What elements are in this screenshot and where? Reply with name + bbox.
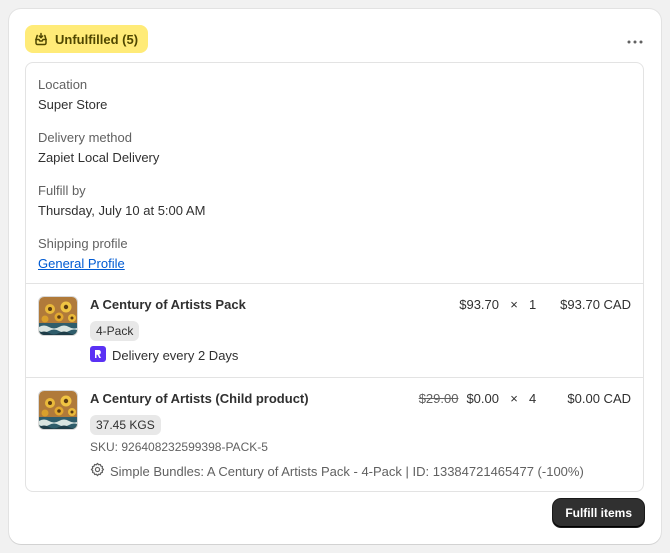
fulfill-by-block: Fulfill by Thursday, July 10 at 5:00 AM	[38, 181, 631, 221]
line-total: $0.00 CAD	[567, 391, 631, 406]
gear-icon	[90, 462, 105, 480]
line-total: $93.70 CAD	[560, 297, 631, 312]
fulfill-by-value: Thursday, July 10 at 5:00 AM	[38, 203, 206, 218]
location-block: Location Super Store	[38, 75, 631, 115]
delivery-method-block: Delivery method Zapiet Local Delivery	[38, 128, 631, 168]
original-price: $29.00	[418, 391, 459, 406]
subscription-text: Delivery every 2 Days	[112, 348, 239, 363]
unfulfilled-card: Unfulfilled (5) Location Super Store Del…	[9, 9, 661, 544]
quantity: 1	[529, 297, 537, 312]
delivery-method-value: Zapiet Local Delivery	[38, 150, 160, 165]
unit-price: $93.70	[459, 297, 499, 312]
fulfillment-details: Location Super Store Delivery method Zap…	[25, 62, 644, 492]
sku-text: SKU: 926408232599398-PACK-5	[90, 440, 268, 454]
bundle-text: Simple Bundles: A Century of Artists Pac…	[110, 463, 584, 479]
fulfillment-info: Location Super Store Delivery method Zap…	[26, 63, 643, 284]
status-badge: Unfulfilled (5)	[25, 25, 149, 53]
line-item: A Century of Artists Pack 4-Pack Deliver…	[26, 284, 643, 378]
variant-badge: 37.45 KGS	[90, 415, 161, 435]
line-item-title[interactable]: A Century of Artists (Child product)	[90, 391, 309, 406]
unit-price: $0.00	[466, 391, 499, 406]
more-actions-button[interactable]	[623, 27, 647, 51]
subscription-info: Delivery every 2 Days	[90, 346, 238, 365]
product-thumbnail[interactable]	[38, 296, 78, 336]
line-item: A Century of Artists (Child product) 37.…	[26, 378, 643, 491]
location-label: Location	[38, 77, 88, 92]
fulfill-by-label: Fulfill by	[38, 183, 86, 198]
line-item-pricing: $93.70 × 1 $93.70 CAD	[459, 297, 631, 312]
recharge-icon	[90, 346, 106, 365]
status-badge-label: Unfulfilled (5)	[55, 31, 139, 47]
shipping-profile-link[interactable]: General Profile	[38, 254, 631, 274]
bundle-info: Simple Bundles: A Century of Artists Pac…	[90, 462, 584, 480]
shipping-profile-label: Shipping profile	[38, 236, 128, 251]
shipping-profile-block: Shipping profile General Profile	[38, 234, 631, 274]
line-item-title[interactable]: A Century of Artists Pack	[90, 297, 246, 312]
location-value: Super Store	[38, 97, 108, 112]
multiply-sign: ×	[510, 391, 518, 406]
variant-badge: 4-Pack	[90, 321, 140, 341]
more-horizontal-icon	[627, 32, 643, 47]
fulfillment-box-icon	[33, 31, 49, 47]
multiply-sign: ×	[510, 297, 518, 312]
line-item-pricing: $29.00 $0.00 × 4 $0.00 CAD	[419, 391, 631, 406]
fulfill-items-button[interactable]: Fulfill items	[553, 499, 644, 527]
product-thumbnail[interactable]	[38, 390, 78, 430]
quantity: 4	[529, 391, 537, 406]
delivery-method-label: Delivery method	[38, 130, 132, 145]
